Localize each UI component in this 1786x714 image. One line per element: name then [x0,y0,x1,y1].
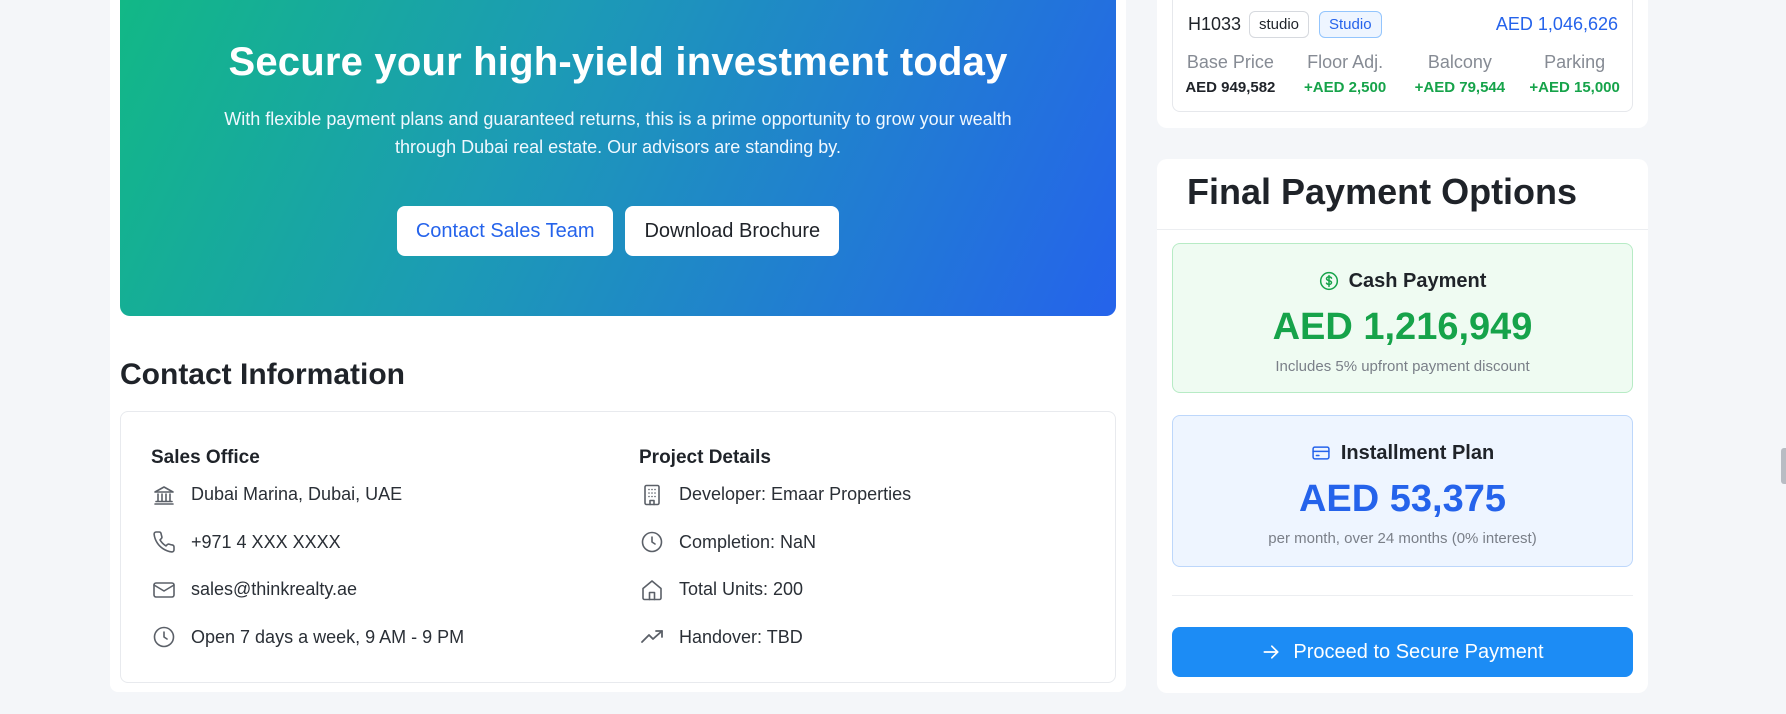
office-address-text: Dubai Marina, Dubai, UAE [191,484,403,505]
breakdown-value: +AED 79,544 [1414,79,1506,96]
phone-icon [151,529,177,555]
breakdown-base-price: Base Price AED 949,582 [1173,52,1288,96]
project-developer-text: Developer: Emaar Properties [679,484,912,505]
page: Secure your high-yield investment today … [0,0,1786,714]
divider [1157,229,1648,230]
price-breakdown: Base Price AED 949,582 Floor Adj. +AED 2… [1173,52,1632,96]
office-hours-text: Open 7 days a week, 9 AM - 9 PM [191,626,465,647]
contact-information-title: Contact Information [120,358,405,391]
project-handover-text: Handover: TBD [679,626,803,647]
installment-plan-label: Installment Plan [1340,441,1495,464]
cash-payment-note: Includes 5% upfront payment discount [1275,358,1530,375]
divider [1172,595,1633,596]
breakdown-label: Balcony [1427,52,1492,72]
cash-payment-amount: AED 1,216,949 [1272,306,1533,348]
project-units: Total Units: 200 [639,566,911,614]
installment-plan-amount: AED 53,375 [1298,478,1506,520]
arrow-right-icon [1261,642,1281,662]
cash-payment-option[interactable]: Cash Payment AED 1,216,949 Includes 5% u… [1172,243,1633,393]
clock-icon [151,624,177,650]
investment-hero-banner: Secure your high-yield investment today … [120,0,1116,316]
final-payment-options-card: Final Payment Options Cash Payment AED 1… [1157,159,1648,693]
project-handover: Handover: TBD [639,614,911,662]
clock-icon [639,529,665,555]
hero-actions: Contact Sales Team Download Brochure [120,206,1116,256]
installment-plan-option[interactable]: Installment Plan AED 53,375 per month, o… [1172,415,1633,567]
office-email-text[interactable]: sales@thinkrealty.ae [191,579,357,600]
contact-sales-button[interactable]: Contact Sales Team [396,206,614,256]
installment-plan-header: Installment Plan [1173,440,1632,466]
proceed-to-payment-button[interactable]: Proceed to Secure Payment [1172,627,1633,677]
unit-summary-inner: H1033 studio Studio AED 1,046,626 Base P… [1172,0,1633,112]
project-completion: Completion: NaN [639,519,911,567]
unit-summary-card: H1033 studio Studio AED 1,046,626 Base P… [1157,0,1648,128]
breakdown-floor-adjustment: Floor Adj. +AED 2,500 [1288,52,1403,96]
breakdown-value: +AED 2,500 [1304,79,1387,96]
hero-description: With flexible payment plans and guarante… [224,109,1012,157]
breakdown-parking: Parking +AED 15,000 [1517,52,1632,96]
download-brochure-button[interactable]: Download Brochure [625,206,840,256]
project-developer: Developer: Emaar Properties [639,471,911,519]
unit-layout-tag: Studio [1319,11,1382,38]
project-units-text: Total Units: 200 [679,579,804,600]
project-completion-text: Completion: NaN [679,531,817,552]
contact-information-card: Sales Office Dubai Marina, Dubai, UAE +9… [120,411,1116,683]
installment-plan-note: per month, over 24 months (0% interest) [1268,530,1537,547]
unit-code: H1033 [1188,14,1242,34]
office-hours: Open 7 days a week, 9 AM - 9 PM [151,614,464,662]
office-email: sales@thinkrealty.ae [151,566,464,614]
breakdown-label: Parking [1544,52,1606,72]
breakdown-label: Base Price [1186,52,1274,72]
sales-office-section: Sales Office Dubai Marina, Dubai, UAE +9… [151,447,464,661]
credit-card-icon [1311,443,1331,463]
building-columns-icon [151,482,177,508]
unit-total-price: AED 1,046,626 [1495,14,1618,34]
dollar-circle-icon [1319,271,1339,291]
payment-options-title: Final Payment Options [1187,171,1578,212]
project-details-section: Project Details Developer: Emaar Propert… [639,447,911,661]
breakdown-balcony: Balcony +AED 79,544 [1403,52,1518,96]
trending-up-icon [639,624,665,650]
cash-payment-header: Cash Payment [1173,268,1632,294]
breakdown-value: AED 949,582 [1185,79,1276,96]
building-icon [639,482,665,508]
unit-type-tag: studio [1249,11,1310,38]
office-address: Dubai Marina, Dubai, UAE [151,471,464,519]
hero-title: Secure your high-yield investment today [228,40,1008,84]
cash-payment-label: Cash Payment [1348,269,1487,292]
office-phone-text[interactable]: +971 4 XXX XXXX [191,532,341,553]
proceed-button-label: Proceed to Secure Payment [1293,640,1544,663]
scrollbar-thumb[interactable] [1781,448,1786,484]
mail-icon [151,577,177,603]
office-phone: +971 4 XXX XXXX [151,519,464,567]
breakdown-label: Floor Adj. [1307,52,1384,72]
breakdown-value: +AED 15,000 [1529,79,1620,96]
home-icon [639,577,665,603]
